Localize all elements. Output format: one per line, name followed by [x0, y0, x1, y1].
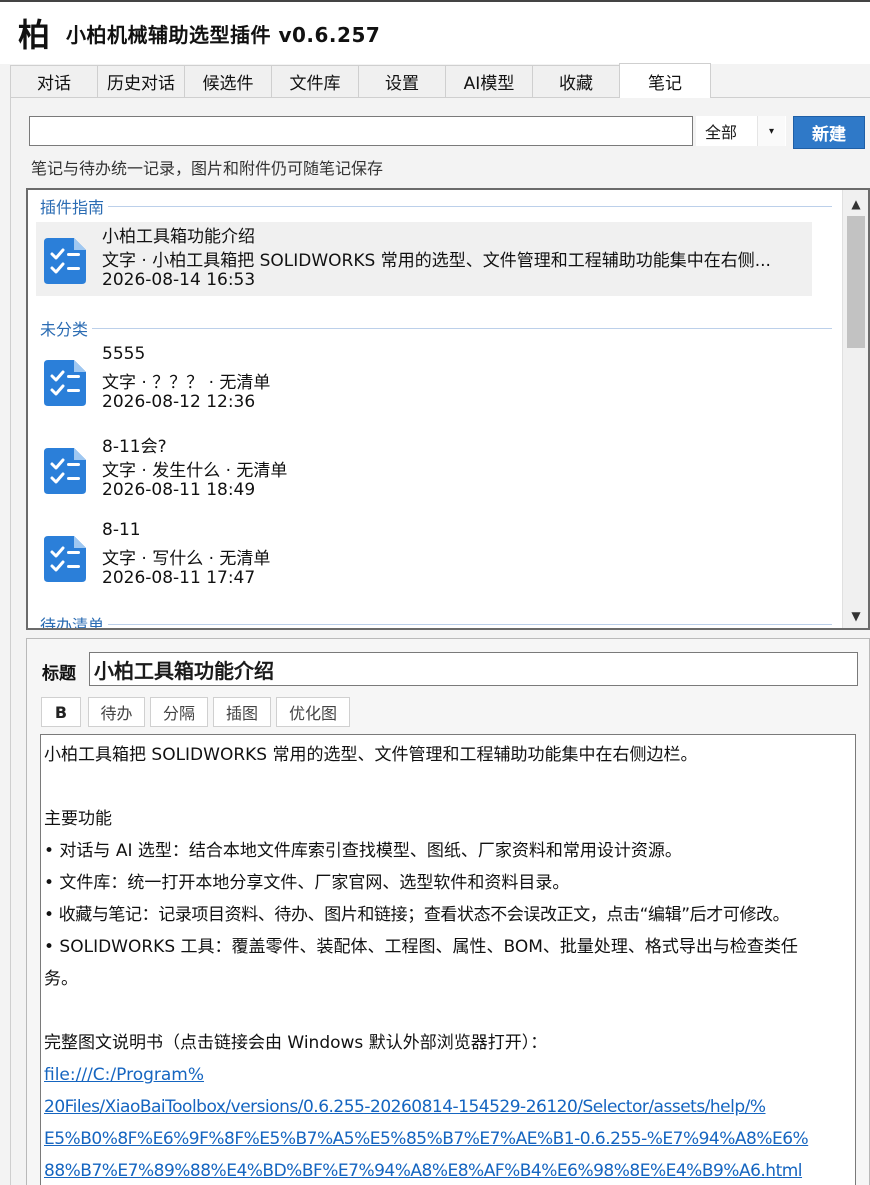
note-title: 小柏工具箱功能介绍 [102, 227, 255, 247]
note-date: 2026-08-14 16:53 [102, 270, 256, 290]
list-item[interactable]: 小柏工具箱功能介绍 文字 · 小柏工具箱把 SOLIDWORKS 常用的选型、文… [36, 222, 812, 296]
app-title: 小柏机械辅助选型插件 v0.6.257 [66, 22, 381, 47]
tab-chat[interactable]: 对话 [10, 65, 98, 97]
search-input[interactable] [29, 116, 693, 146]
note-title: 8-11 [102, 520, 141, 540]
tab-history[interactable]: 历史对话 [97, 65, 185, 97]
checklist-note-icon [44, 448, 86, 494]
scroll-down-icon[interactable]: ▼ [843, 604, 868, 628]
section-header: 插件指南 [40, 194, 832, 218]
section-header: 待办清单 [40, 612, 832, 630]
note-meta: 文字 · ？？？ · 无清单 [102, 373, 271, 393]
tab-bar: 对话 历史对话 候选件 文件库 设置 AI模型 收藏 笔记 [10, 63, 870, 98]
checklist-note-icon [44, 536, 86, 582]
body-line: • 收藏与笔记：记录项目资料、待办、图片和链接；查看状态不会误改正文，点击“编辑… [44, 905, 790, 925]
tab-favorites[interactable]: 收藏 [532, 65, 620, 97]
help-doc-link[interactable]: 88%B7%E7%89%88%E4%BD%BF%E7%94%A8%E8%AF%B… [44, 1155, 852, 1185]
title-bar: 柏 小柏机械辅助选型插件 v0.6.257 [0, 0, 870, 64]
note-body-editor[interactable]: 小柏工具箱把 SOLIDWORKS 常用的选型、文件管理和工程辅助功能集中在右侧… [40, 734, 856, 1185]
tab-ai-model[interactable]: AI模型 [445, 65, 533, 97]
scroll-thumb[interactable] [847, 216, 865, 348]
body-line: • 对话与 AI 选型：结合本地文件库索引查找模型、图纸、厂家资料和常用设计资源… [44, 841, 682, 861]
body-line: 小柏工具箱把 SOLIDWORKS 常用的选型、文件管理和工程辅助功能集中在右侧… [44, 745, 698, 765]
optimize-image-button[interactable]: 优化图 [276, 697, 350, 727]
body-blank [44, 771, 852, 803]
list-scrollbar[interactable]: ▲ ▼ [842, 190, 868, 628]
divider-button[interactable]: 分隔 [150, 697, 208, 727]
new-note-button[interactable]: 新建 [793, 116, 865, 149]
filter-value: 全部 [705, 123, 738, 142]
help-doc-link[interactable]: E5%B0%8F%E6%9F%8F%E5%B7%A5%E5%85%B7%E7%A… [44, 1123, 852, 1155]
scroll-up-icon[interactable]: ▲ [843, 192, 868, 216]
note-meta: 文字 · 写什么 · 无清单 [102, 549, 271, 569]
list-item[interactable]: 8-11 文字 · 写什么 · 无清单 2026-08-11 17:47 [36, 520, 812, 594]
checklist-note-icon [44, 238, 86, 284]
hint-text: 笔记与待办统一记录，图片和附件仍可随笔记保存 [31, 159, 384, 178]
category-filter-select[interactable]: 全部 ▾ [696, 116, 786, 146]
body-line: 务。 [44, 969, 78, 989]
todo-button[interactable]: 待办 [88, 697, 145, 727]
title-label: 标题 [42, 664, 76, 684]
note-title: 8-11会? [102, 437, 167, 457]
note-meta: 文字 · 发生什么 · 无清单 [102, 461, 288, 481]
body-line: • SOLIDWORKS 工具：覆盖零件、装配体、工程图、属性、BOM、批量处理… [44, 937, 798, 957]
body-line: • 文件库：统一打开本地分享文件、厂家官网、选型软件和资料目录。 [44, 873, 570, 893]
note-title: 5555 [102, 344, 146, 364]
section-title: 未分类 [40, 320, 89, 339]
chevron-down-icon[interactable]: ▾ [757, 116, 785, 146]
note-date: 2026-08-11 18:49 [102, 480, 256, 500]
section-title: 插件指南 [40, 198, 105, 217]
help-doc-link[interactable]: 20Files/XiaoBaiToolbox/versions/0.6.255-… [44, 1091, 852, 1123]
app-logo: 柏 [17, 16, 50, 54]
note-meta: 文字 · 小柏工具箱把 SOLIDWORKS 常用的选型、文件管理和工程辅助功能… [102, 251, 771, 271]
body-line: 主要功能 [44, 809, 112, 829]
section-title: 待办清单 [40, 616, 105, 630]
body-blank [44, 995, 852, 1027]
checklist-note-icon [44, 360, 86, 406]
tab-notes[interactable]: 笔记 [619, 63, 711, 98]
tab-candidates[interactable]: 候选件 [184, 65, 272, 97]
note-date: 2026-08-11 17:47 [102, 568, 256, 588]
bold-button[interactable]: B [41, 697, 81, 727]
note-list[interactable]: 插件指南 小柏工具箱功能介绍 文字 · 小柏工具箱把 SOLIDWORKS 常用… [26, 188, 870, 630]
note-date: 2026-08-12 12:36 [102, 392, 256, 412]
list-item[interactable]: 5555 文字 · ？？？ · 无清单 2026-08-12 12:36 [36, 344, 812, 418]
insert-image-button[interactable]: 插图 [213, 697, 271, 727]
help-doc-link[interactable]: file:///C:/Program% [44, 1059, 852, 1091]
body-line: 完整图文说明书（点击链接会由 Windows 默认外部浏览器打开）： [44, 1033, 548, 1053]
list-item[interactable]: 8-11会? 文字 · 发生什么 · 无清单 2026-08-11 18:49 [36, 432, 812, 506]
note-title-input[interactable]: 小柏工具箱功能介绍 [89, 652, 858, 686]
tab-settings[interactable]: 设置 [358, 65, 446, 97]
section-header: 未分类 [40, 316, 832, 340]
tab-file-library[interactable]: 文件库 [271, 65, 359, 97]
